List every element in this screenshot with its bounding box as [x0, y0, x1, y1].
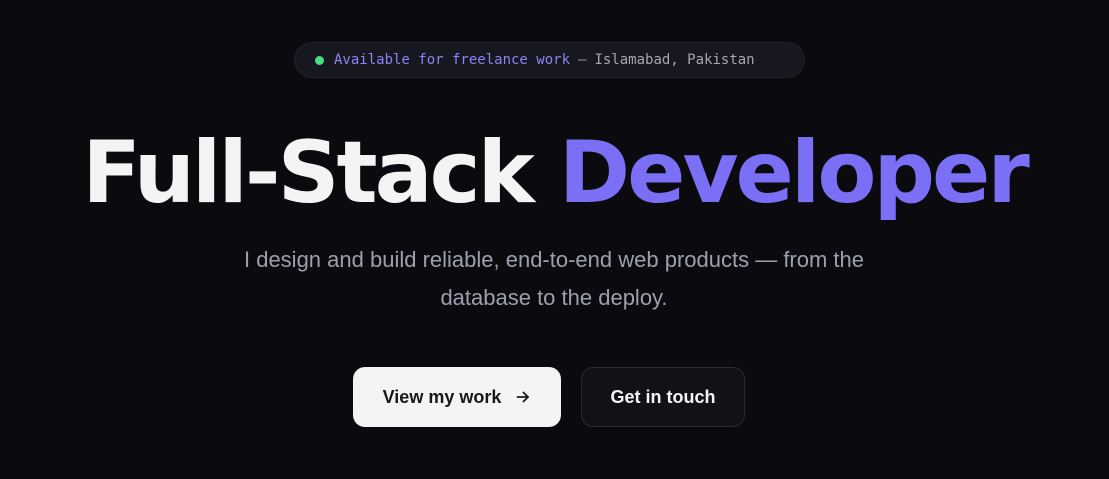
get-in-touch-button[interactable]: Get in touch: [581, 367, 745, 427]
availability-text: Available for freelance work: [334, 52, 571, 68]
subtitle-line-2: database to the deploy.: [440, 285, 668, 310]
badge-separator: —: [578, 52, 587, 68]
arrow-right-icon: [515, 389, 531, 405]
title-accent: Developer: [558, 123, 1030, 223]
get-in-touch-label: Get in touch: [610, 386, 716, 407]
title-primary: Full-Stack: [82, 123, 535, 223]
availability-badge: Available for freelance work — Islamabad…: [294, 42, 805, 78]
location-text: Islamabad, Pakistan: [594, 52, 755, 68]
subtitle-line-1: I design and build reliable, end-to-end …: [243, 247, 865, 272]
hero-subtitle: I design and build reliable, end-to-end …: [194, 241, 914, 317]
view-my-work-button[interactable]: View my work: [353, 367, 561, 427]
status-dot-icon: [315, 55, 324, 65]
page-title: Full-Stack Developer: [0, 118, 1109, 228]
hero-section: Available for freelance work — Islamabad…: [0, 0, 1109, 479]
view-my-work-label: View my work: [382, 386, 502, 407]
